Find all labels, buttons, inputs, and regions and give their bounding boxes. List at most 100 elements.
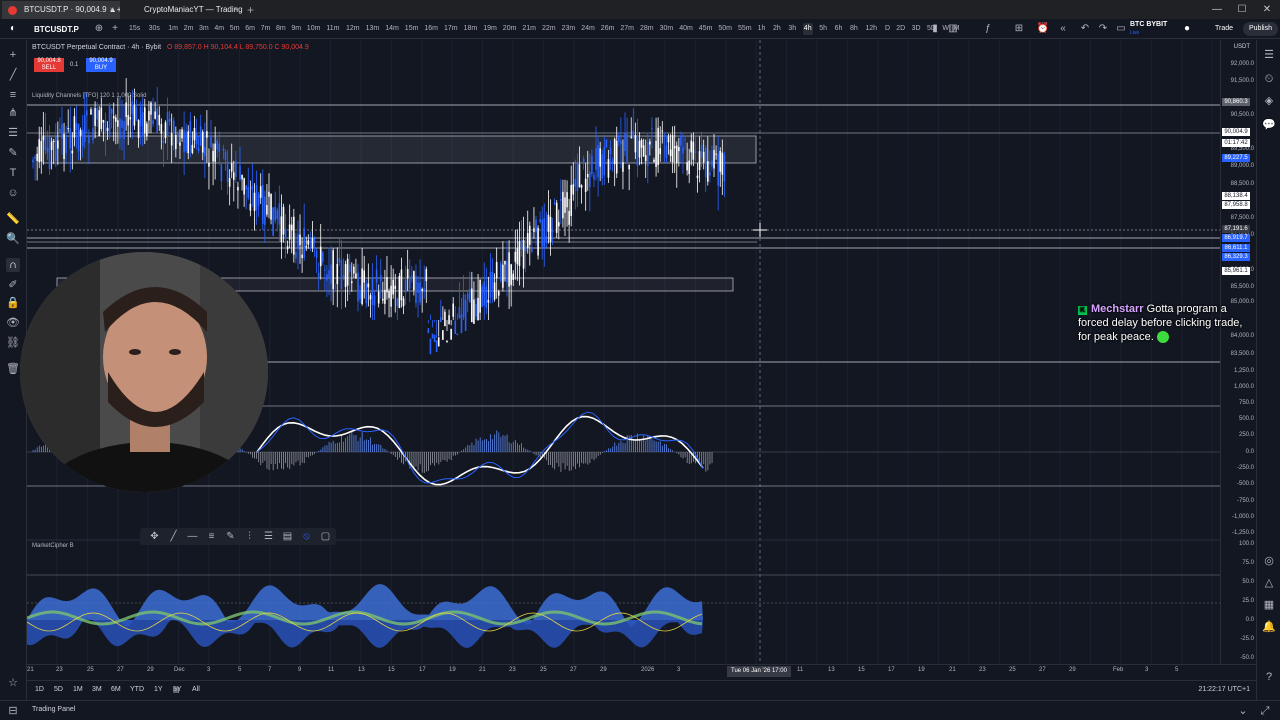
alerts-clock-icon[interactable]: ⏲ <box>1262 72 1276 86</box>
timeframe-9m[interactable]: 9m <box>290 23 302 35</box>
notifications-icon[interactable]: 🔔 <box>1262 620 1276 634</box>
timeframe-16m[interactable]: 16m <box>423 23 439 35</box>
time-axis[interactable]: 21 23 25 27 29 Dec 3 5 7 9 11 13 15 17 19 21 23 25 27 29 202… <box>27 664 1256 678</box>
timeframe-27m[interactable]: 27m <box>619 23 635 35</box>
timeframe-30m[interactable]: 30m <box>659 23 675 35</box>
collapse-panel-icon[interactable]: ⌄ <box>1236 704 1250 718</box>
new-tab-icon[interactable]: + <box>247 2 254 18</box>
timeframe-6m[interactable]: 6m <box>244 23 256 35</box>
timeframe-40m[interactable]: 40m <box>678 23 694 35</box>
symbol-search-button[interactable]: BTCUSDT.P <box>30 22 83 37</box>
range-button-3m[interactable]: 3M <box>92 686 102 693</box>
settings-gear-icon[interactable]: ● <box>1180 22 1194 36</box>
timeframe-6h[interactable]: 6h <box>834 23 844 35</box>
line-style-icon[interactable]: — <box>186 530 199 543</box>
timeframe-17m[interactable]: 17m <box>443 23 459 35</box>
link-icon[interactable]: ⛓ <box>6 336 20 350</box>
range-button-1m[interactable]: 1M <box>73 686 83 693</box>
timeframe-3D[interactable]: 3D <box>911 23 922 35</box>
timeframe-23m[interactable]: 23m <box>561 23 577 35</box>
range-button-1y[interactable]: 1Y <box>154 686 163 693</box>
timeframe-13m[interactable]: 13m <box>365 23 381 35</box>
bar-type-icon[interactable]: ▮ <box>928 22 942 36</box>
hide-drawings-icon[interactable]: 👁 <box>6 316 20 330</box>
emoji-tool-icon[interactable]: ☺ <box>6 186 20 200</box>
fib-tool-icon[interactable]: ☰ <box>6 126 20 140</box>
broker-selector[interactable]: BTC BYBIT Live <box>1130 21 1167 37</box>
more-options-icon[interactable]: ▢ <box>319 530 332 543</box>
add-symbol-icon[interactable]: + <box>108 22 122 36</box>
maximize-panel-icon[interactable]: ⤢ <box>1258 704 1272 718</box>
timeframe-3m[interactable]: 3m <box>198 23 210 35</box>
candle-type-icon[interactable]: ▥ <box>946 22 960 36</box>
zoom-tool-icon[interactable]: 🔍 <box>6 232 20 246</box>
stay-drawing-icon[interactable]: ✐ <box>6 278 20 292</box>
ideas-icon[interactable]: ◎ <box>1262 554 1276 568</box>
trading-panel-tab[interactable]: Trading Panel <box>32 706 75 713</box>
chart-legend[interactable]: BTCUSDT Perpetual Contract · 4h · Bybit … <box>32 44 309 51</box>
magnet-tool-icon[interactable]: ∩ <box>6 258 20 272</box>
timeframe-28m[interactable]: 28m <box>639 23 655 35</box>
layout-grid-icon[interactable]: ⊞ <box>1012 22 1026 36</box>
edit-pencil-icon[interactable]: ✎ <box>224 530 237 543</box>
minimize-button[interactable]: — <box>1205 0 1229 19</box>
close-tab-icon[interactable]: × <box>109 1 114 19</box>
timeframe-2h[interactable]: 2h <box>772 23 782 35</box>
range-button-5d[interactable]: 5D <box>54 686 63 693</box>
help-icon[interactable]: ? <box>1262 670 1276 684</box>
marketcipher-legend[interactable]: MarketCipher B <box>32 543 74 549</box>
browser-tab-ideas[interactable]: CryptoManiacYT — Trading Ideas a × <box>122 1 244 19</box>
range-button-6m[interactable]: 6M <box>111 686 121 693</box>
price-axis[interactable]: USDT 92,000.0 91,500.0 90,500.0 89,500.0 89,… <box>1220 40 1256 664</box>
crosshair-tool-icon[interactable]: + <box>6 48 20 62</box>
close-tab-icon[interactable]: × <box>233 1 238 19</box>
timeframe-45m[interactable]: 45m <box>698 23 714 35</box>
timeframe-4m[interactable]: 4m <box>213 23 225 35</box>
layers-icon[interactable]: ◈ <box>1262 94 1276 108</box>
replay-icon[interactable]: « <box>1056 22 1070 36</box>
timeframe-8m[interactable]: 8m <box>275 23 287 35</box>
redo-icon[interactable]: ↷ <box>1096 22 1110 36</box>
timeframe-7m[interactable]: 7m <box>260 23 272 35</box>
trend-line-tool-icon[interactable]: ╱ <box>6 68 20 82</box>
brush-tool-icon[interactable]: ✎ <box>6 146 20 160</box>
timeframe-19m[interactable]: 19m <box>482 23 498 35</box>
fib-levels-icon[interactable]: ⫶ <box>243 530 256 543</box>
timeframe-55m[interactable]: 55m <box>737 23 753 35</box>
timeframe-4h[interactable]: 4h <box>802 23 813 35</box>
timeframe-1m[interactable]: 1m <box>167 23 179 35</box>
buy-button[interactable]: 90,004.9 BUY <box>86 58 116 72</box>
chat-icon[interactable]: 💬 <box>1262 118 1276 132</box>
favorites-star-icon[interactable]: ☆ <box>6 676 20 690</box>
timeframe-2D[interactable]: 2D <box>895 23 906 35</box>
range-button-ytd[interactable]: YTD <box>130 686 144 693</box>
timeframe-12m[interactable]: 12m <box>345 23 361 35</box>
browser-tab-chart[interactable]: BTCUSDT.P · 90,004.9 ▲+1.35% × <box>2 1 120 19</box>
compare-symbol-icon[interactable]: ⊕ <box>92 22 106 36</box>
resistance-zone[interactable] <box>42 135 757 164</box>
indicator-legend[interactable]: Liquidity Channels [TFO] 120 1 1,000 Sol… <box>32 93 146 99</box>
timeframe-14m[interactable]: 14m <box>384 23 400 35</box>
timeframe-10m[interactable]: 10m <box>306 23 322 35</box>
timeframe-5h[interactable]: 5h <box>818 23 828 35</box>
template-icon[interactable]: ▤ <box>281 530 294 543</box>
text-tool-icon[interactable]: T <box>6 166 20 180</box>
timeframe-21m[interactable]: 21m <box>521 23 537 35</box>
trade-button[interactable]: Trade <box>1209 22 1239 36</box>
alert-icon[interactable]: ⏰ <box>1036 22 1050 36</box>
layout-icon[interactable]: ▭ <box>1114 22 1128 36</box>
lock-drawings-icon[interactable]: 🔒 <box>6 296 20 310</box>
drag-handle-icon[interactable]: ✥ <box>148 530 161 543</box>
timeframe-15s[interactable]: 15s <box>128 23 141 35</box>
ruler-tool-icon[interactable]: 📏 <box>6 212 20 226</box>
sell-button[interactable]: 90,004.8 SELL <box>34 58 64 72</box>
horizontal-lines-tool-icon[interactable]: ≡ <box>6 88 20 102</box>
timeframe-26m[interactable]: 26m <box>600 23 616 35</box>
rocket-icon[interactable]: △ <box>1262 576 1276 590</box>
timeframe-15m[interactable]: 15m <box>404 23 420 35</box>
timeframe-2m[interactable]: 2m <box>183 23 195 35</box>
timeframe-3h[interactable]: 3h <box>787 23 797 35</box>
timeframe-24m[interactable]: 24m <box>580 23 596 35</box>
timeframe-12h[interactable]: 12h <box>864 23 878 35</box>
tradingview-logo-icon[interactable]: ◐ <box>6 22 20 36</box>
